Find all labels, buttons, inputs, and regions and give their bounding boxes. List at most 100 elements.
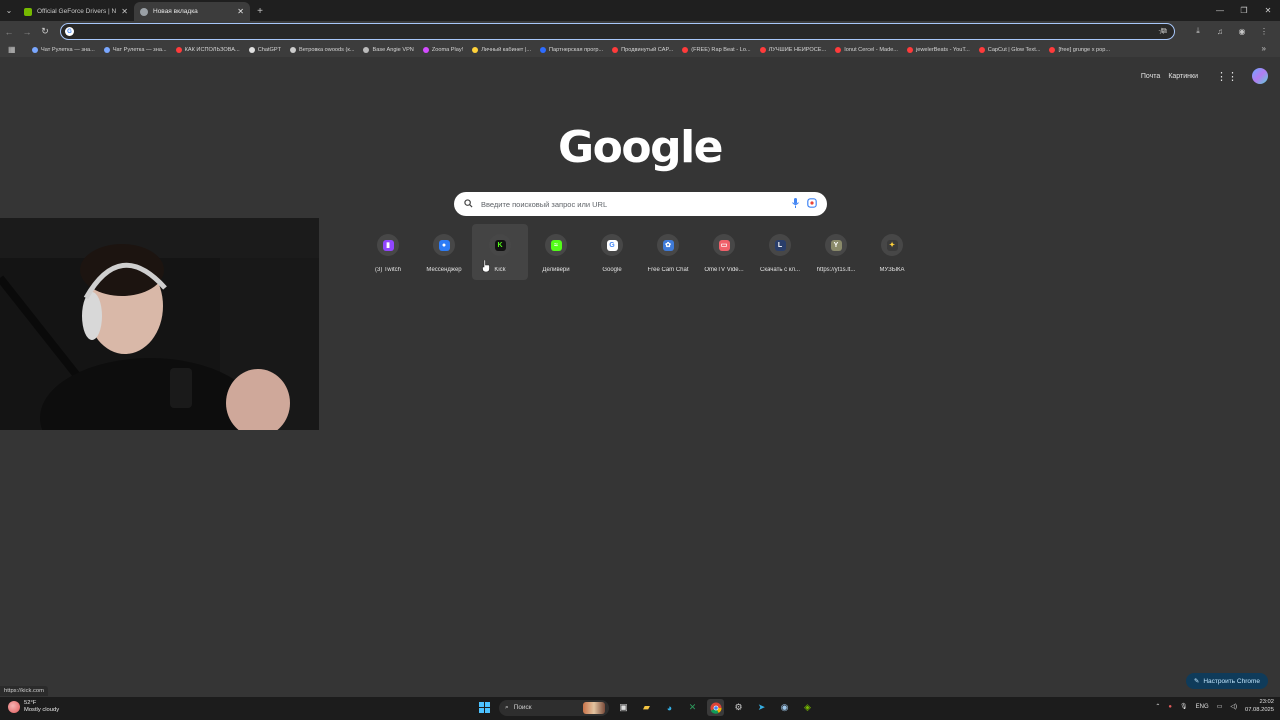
volume-icon[interactable]: ◁) [1230,703,1237,710]
microphone-icon[interactable]: 🎙︎ [1180,703,1188,710]
edge-icon[interactable]: ◕ [661,699,678,716]
network-icon[interactable]: ▭ [1217,703,1223,710]
bookmark-item[interactable]: Чат Рулетка — зна... [32,46,95,53]
tab-title: Official GeForce Drivers | NVIDIA [37,8,117,15]
forward-button[interactable]: → [18,23,36,41]
shortcut-tile[interactable]: ▮ (3) Twitch [360,224,416,280]
close-window-icon[interactable]: ✕ [1256,0,1280,20]
bookmark-item[interactable]: Партнерская прогр... [540,46,603,53]
shortcut-favicon-icon: G [606,239,618,251]
shortcut-tile[interactable]: ▭ OmeTV Vide... [696,224,752,280]
shortcut-tile[interactable]: K Kick [472,224,528,280]
telegram-icon[interactable]: ➤ [753,699,770,716]
bookmark-label: Чат Рулетка — зна... [41,46,95,53]
shortcut-label: Скачать с кл... [759,267,801,273]
bookmark-label: Личный кабинет |... [481,46,532,53]
bookmark-favicon-icon [472,46,479,53]
google-logo: Google [558,122,724,173]
shortcut-icon-circle: ✦ [881,234,903,256]
shortcut-tile[interactable]: L Скачать с кл... [752,224,808,280]
profile-icon[interactable]: ◉ [1234,23,1250,39]
excel-icon[interactable]: ✕ [684,699,701,716]
minimize-icon[interactable]: — [1208,0,1232,20]
shortcut-tile[interactable]: ✦ МУЗЫКА [864,224,920,280]
bookmark-item[interactable]: [free] grunge x pop... [1049,46,1110,53]
ntp-header-links: Почта Картинки ⋮⋮ [1141,68,1268,84]
shortcut-tile[interactable]: ✿ Free Cam Chat [640,224,696,280]
status-url: https://kick.com [0,686,48,696]
shortcut-icon-circle: ✿ [657,234,679,256]
menu-icon[interactable]: ⋮ [1256,23,1272,39]
clock-date: 07.08.2025 [1244,706,1274,713]
nvidia-icon[interactable]: ◈ [799,699,816,716]
mail-link[interactable]: Почта [1141,73,1160,80]
file-explorer-icon[interactable]: ▰ [638,699,655,716]
search-icon [464,198,473,210]
voice-search-icon[interactable] [792,198,799,210]
bookmark-item[interactable]: Ветровка owoods (к... [290,46,354,53]
extensions-icon[interactable]: ⧉ [1156,23,1172,39]
bookmark-item[interactable]: Zooma Play! [422,46,463,53]
shortcut-tile[interactable]: Yhttps://yt1s.lt... [808,224,864,280]
start-button[interactable] [476,699,493,716]
shortcut-tile[interactable]: G Google [584,224,640,280]
download-icon[interactable]: ⤓ [1190,23,1206,39]
bookmark-item[interactable]: КАК ИСПОЛЬЗОВА... [175,46,240,53]
taskbar-search[interactable]: ⌕ Поиск [499,699,609,716]
bookmark-item[interactable]: ЛУЧШИЕ НЕЙРОСЕ... [759,46,826,53]
shortcut-label: Деливери [542,267,570,273]
bookmark-item[interactable]: Чат Рулетка — зна... [103,46,167,53]
media-icon[interactable]: ♫ [1212,23,1228,39]
search-input[interactable]: Введите поисковый запрос или URL [481,200,792,209]
bookmark-item[interactable]: ChatGPT [248,46,281,53]
language-indicator[interactable]: ENG [1196,704,1209,710]
back-button[interactable]: ← [0,23,18,41]
close-tab-icon[interactable]: ✕ [121,7,128,16]
shortcut-tile[interactable]: ≈ Деливери [528,224,584,280]
tab-search-icon[interactable]: ⌄ [0,0,18,21]
clock[interactable]: 23:02 07.08.2025 [1245,699,1274,714]
new-tab-button[interactable]: + [250,2,270,21]
bookmark-label: Base Angie VPN [372,46,414,53]
tab-new-tab[interactable]: Новая вкладка ✕ [134,2,250,21]
bookmark-item[interactable]: (FREE) Rap Beat - Lo... [682,46,751,53]
apps-icon[interactable]: ▦ [8,45,18,54]
tray-app-icon[interactable]: ● [1168,704,1172,710]
chrome-icon[interactable] [707,699,724,716]
bookmark-item[interactable]: Ionut Cercel - Made... [835,46,898,53]
images-link[interactable]: Картинки [1168,73,1198,80]
customize-chrome-button[interactable]: ✎ Настроить Chrome [1185,673,1268,689]
lens-search-icon[interactable] [807,198,817,210]
bookmark-item[interactable]: Личный кабинет |... [472,46,532,53]
weather-widget[interactable]: 52°F Mostly cloudy [8,700,59,714]
bookmark-favicon-icon [978,46,985,53]
restore-icon[interactable]: ❐ [1232,0,1256,20]
steam-icon[interactable]: ◉ [776,699,793,716]
close-tab-icon[interactable]: ✕ [237,7,244,16]
shortcut-icon-circle: G [601,234,623,256]
bookmark-list: Чат Рулетка — зна... Чат Рулетка — зна...… [32,46,1119,53]
search-box[interactable]: Введите поисковый запрос или URL [454,192,827,216]
shortcut-favicon-icon: ≈ [550,239,562,251]
bookmark-favicon-icon [363,46,370,53]
windows-taskbar: 52°F Mostly cloudy ⌕ Поиск ▣ ▰ ◕ ✕ ⚙ ➤ ◉ [0,697,1280,720]
bookmark-item[interactable]: Base Angie VPN [363,46,414,53]
shortcut-tile[interactable]: ● Мессенджер [416,224,472,280]
bookmark-item[interactable]: jewelerBeats - YouT... [906,46,970,53]
bookmark-item[interactable]: CapCut | Glow Text... [978,46,1040,53]
tray-overflow-icon[interactable]: ⌃ [1155,703,1160,710]
shortcut-label: Google [602,267,622,273]
task-view-icon[interactable]: ▣ [615,699,632,716]
settings-gear-icon[interactable]: ⚙ [730,699,747,716]
tab-nvidia[interactable]: Official GeForce Drivers | NVIDIA ✕ [18,2,134,21]
customize-chrome-label: Настроить Chrome [1203,677,1260,685]
reload-button[interactable]: ↻ [36,23,54,41]
account-avatar[interactable] [1252,68,1268,84]
system-tray: ⌃ ● 🎙︎ ENG ▭ ◁) 23:02 07.08.2025 [1155,699,1274,714]
google-apps-icon[interactable]: ⋮⋮ [1216,70,1238,83]
address-bar[interactable]: G ☆ [60,23,1175,40]
bookmark-item[interactable]: Продвинутый CAP... [612,46,673,53]
pencil-icon: ✎ [1193,678,1200,685]
bookmark-favicon-icon [103,46,110,53]
more-bookmarks-icon[interactable]: » [1262,44,1266,53]
